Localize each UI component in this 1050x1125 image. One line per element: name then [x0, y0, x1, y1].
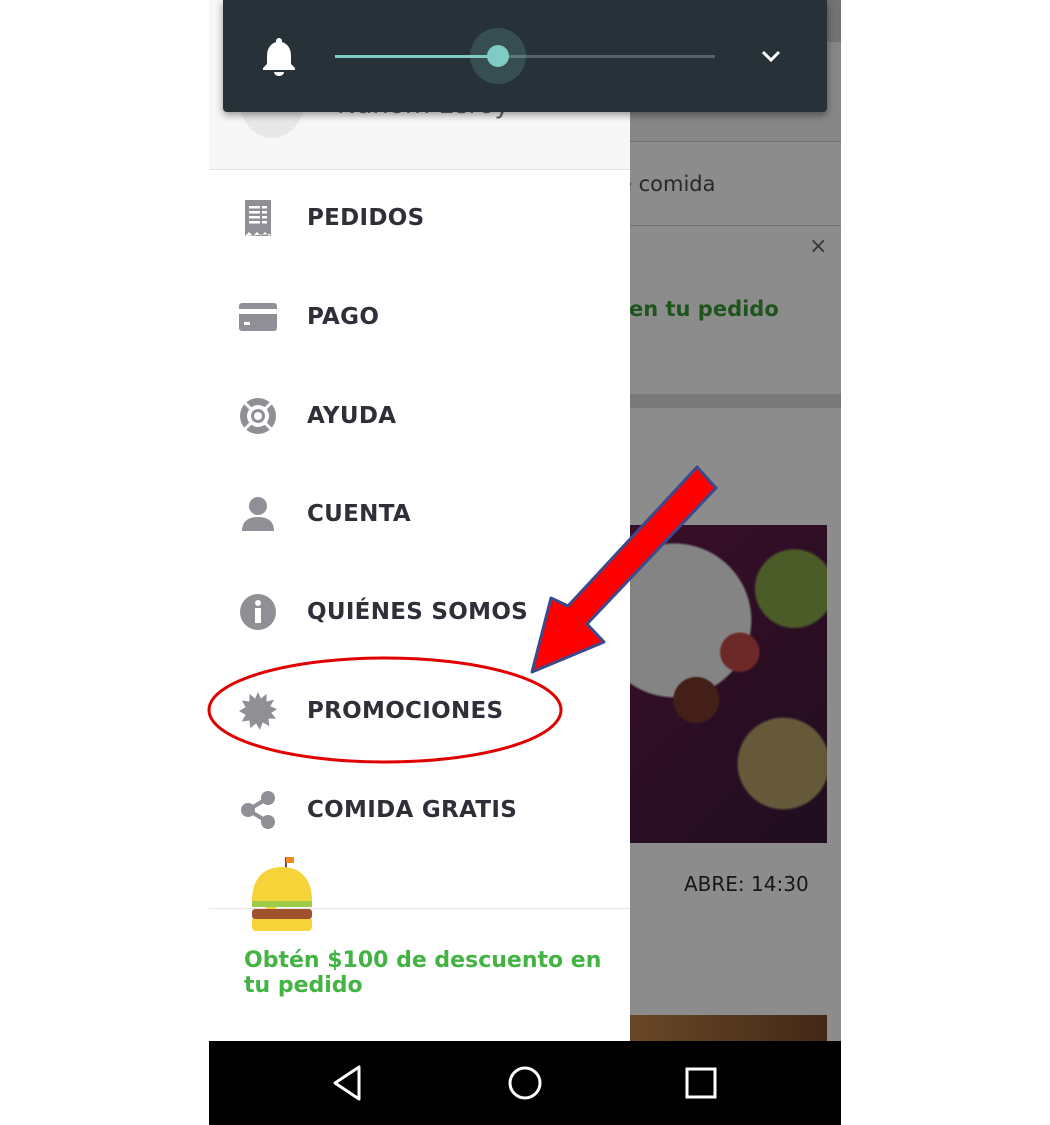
menu-label: PAGO [307, 304, 380, 330]
menu-label: CUENTA [307, 501, 412, 527]
menu-label: QUIÉNES SOMOS [307, 599, 529, 625]
person-icon [239, 495, 277, 533]
menu-label: AYUDA [307, 403, 397, 429]
burger-illustration [249, 855, 315, 933]
chevron-down-icon[interactable] [759, 44, 783, 68]
bell-icon[interactable] [261, 36, 297, 76]
navigation-drawer: Nahom Leroy PEDIDOS PAGO AYUDA CUENTA [209, 0, 630, 1041]
receipt-icon [239, 199, 277, 237]
menu-item-comida-gratis[interactable]: COMIDA GRATIS [209, 770, 630, 850]
phone-screen: e comida en tu pedido × ABRE: 14:30 Naho… [209, 0, 841, 1125]
lifebuoy-icon [239, 397, 277, 435]
home-icon[interactable] [503, 1061, 547, 1105]
volume-panel [223, 0, 827, 112]
menu-item-cuenta[interactable]: CUENTA [209, 474, 630, 554]
menu-label: PROMOCIONES [307, 698, 504, 724]
menu-label: COMIDA GRATIS [307, 797, 518, 823]
menu-item-promociones[interactable]: PROMOCIONES [209, 671, 630, 751]
badge-icon [239, 692, 277, 730]
menu-item-pedidos[interactable]: PEDIDOS [209, 178, 630, 258]
menu-label: PEDIDOS [307, 205, 425, 231]
promo-text[interactable]: Obtén $100 de descuento en tu pedido [244, 948, 604, 998]
menu-item-ayuda[interactable]: AYUDA [209, 376, 630, 456]
share-icon [239, 791, 277, 829]
volume-slider[interactable] [335, 28, 715, 84]
info-icon [239, 593, 277, 631]
navigation-bar [209, 1041, 841, 1125]
recents-icon[interactable] [679, 1061, 723, 1105]
menu-item-pago[interactable]: PAGO [209, 277, 630, 357]
back-icon[interactable] [327, 1061, 371, 1105]
credit-card-icon [239, 298, 277, 336]
menu-item-quienes-somos[interactable]: QUIÉNES SOMOS [209, 572, 630, 652]
